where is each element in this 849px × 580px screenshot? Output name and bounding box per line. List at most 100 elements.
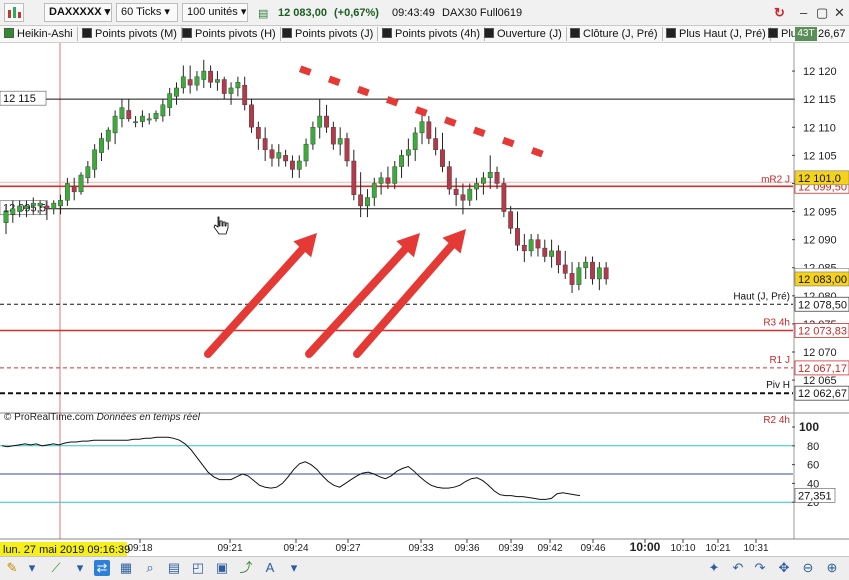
- candle-body: [501, 183, 507, 212]
- candle-body: [453, 188, 459, 195]
- candle-body: [78, 174, 84, 193]
- maximize-icon[interactable]: ▢: [816, 5, 828, 21]
- share-icon[interactable]: ⇄: [94, 560, 110, 576]
- candle-body: [405, 149, 411, 156]
- candle-body: [542, 247, 548, 257]
- tool-icon-d[interactable]: ⤴: [238, 560, 254, 576]
- contract-name: DAX30 Full0619: [442, 7, 523, 19]
- dropdown-icon[interactable]: ▾: [24, 560, 40, 576]
- candle-body: [71, 186, 77, 193]
- dropdown-icon[interactable]: ▾: [286, 560, 302, 576]
- zoom-in-icon[interactable]: ⊕: [824, 560, 840, 576]
- candle-body: [51, 202, 57, 209]
- level-name: R3 4h: [763, 317, 790, 328]
- candle-body: [283, 155, 289, 162]
- candle-body: [187, 79, 193, 86]
- candle-body: [549, 250, 555, 257]
- price-tag-label: 12 083,00: [798, 274, 847, 286]
- tool-icon-e[interactable]: A: [262, 560, 278, 576]
- tool-icon-a[interactable]: ▤: [166, 560, 182, 576]
- undo-icon[interactable]: ↶: [730, 560, 746, 576]
- candle-body: [515, 228, 520, 246]
- header-value: 26,67: [818, 28, 846, 40]
- time-tick-label: 09:39: [498, 543, 523, 554]
- menu-icon[interactable]: [4, 3, 24, 22]
- candle-body: [160, 104, 166, 117]
- indicator-tab-pivots-m[interactable]: Points pivots (M): [80, 27, 182, 41]
- candle-body: [24, 205, 29, 209]
- price-tag-label: 12 101,0: [798, 173, 841, 185]
- indicator-tab-pivots-h[interactable]: Points pivots (H): [180, 27, 281, 41]
- candle-body: [378, 177, 384, 184]
- candle-body: [481, 177, 486, 184]
- close-icon[interactable]: ✕: [834, 5, 845, 21]
- top-toolbar: DAXXXXX ▾ 60 Ticks ▾ 100 unités ▾ ▤ 12 0…: [0, 0, 849, 26]
- indicator-tab-cloture[interactable]: Clôture (J, Pré): [568, 27, 663, 41]
- level-axis-label: 12 073,83: [798, 325, 847, 337]
- tool-icon-c[interactable]: ▣: [214, 560, 230, 576]
- candle-body: [58, 200, 63, 207]
- candle-body: [426, 121, 432, 139]
- candle-body: [221, 79, 227, 94]
- candle-body: [208, 70, 213, 83]
- candle-body: [194, 76, 200, 86]
- time-tick-label: 10:10: [670, 543, 695, 554]
- candle-body: [508, 211, 514, 229]
- candle-body: [562, 264, 568, 274]
- candle-body: [392, 166, 398, 184]
- level-name: R1 J: [769, 355, 790, 366]
- pencil-icon[interactable]: ✎: [4, 560, 20, 576]
- minimize-icon[interactable]: –: [800, 5, 807, 20]
- candle-body: [576, 267, 582, 285]
- candle-body: [167, 93, 173, 108]
- indicator-tab-heikin[interactable]: Heikin-Ashi: [2, 27, 78, 41]
- last-price: 12 083,00: [278, 7, 327, 19]
- candle-body: [412, 132, 418, 150]
- move-icon[interactable]: ✥: [776, 560, 792, 576]
- candle-body: [385, 177, 391, 184]
- time-tick-label: 10:21: [705, 543, 730, 554]
- zoom-icon[interactable]: ⌕: [142, 560, 158, 576]
- candle-body: [371, 183, 377, 198]
- time-tick-label: 09:21: [217, 543, 242, 554]
- candle-body: [153, 113, 159, 120]
- instrument-select[interactable]: DAXXXXX ▾: [44, 3, 112, 22]
- candle-body: [249, 104, 254, 128]
- price-chart[interactable]: 12 115mR2 J12 095,5Haut (J, Pré)R3 4hR1 …: [0, 43, 849, 556]
- line-tool-icon[interactable]: ⟋: [48, 560, 64, 576]
- candle-body: [330, 127, 336, 145]
- zoom-out-icon[interactable]: ⊖: [800, 560, 816, 576]
- candle-body: [433, 138, 439, 150]
- indicator-tab-plus-haut[interactable]: Plus Haut (J, Pré): [664, 27, 771, 41]
- interval-select[interactable]: 60 Ticks ▾: [116, 3, 178, 22]
- candle-body: [467, 188, 473, 201]
- price-tick-label: 12 095: [803, 207, 837, 219]
- bottom-toolbar: ✎ ▾ ⟋ ▾ ⇄ ▦ ⌕ ▤ ◰ ▣ ⤴ A ▾ ✦ ↶ ↷ ✥ ⊖ ⊕: [0, 556, 849, 580]
- price-tick-label: 12 090: [803, 235, 837, 247]
- grid-icon[interactable]: ▦: [118, 560, 134, 576]
- candle-body: [474, 183, 479, 190]
- price-tick-label: 12 120: [803, 66, 837, 78]
- redo-icon[interactable]: ↷: [752, 560, 768, 576]
- tool-icon-f[interactable]: ✦: [706, 560, 722, 576]
- dropdown-icon[interactable]: ▾: [72, 560, 88, 576]
- indicator-tab-ouverture[interactable]: Ouverture (J): [482, 27, 567, 41]
- refresh-icon[interactable]: ↻: [774, 5, 785, 21]
- time-tick-label: 09:24: [283, 543, 308, 554]
- price-tick-label: 12 105: [803, 150, 837, 162]
- tool-icon-b[interactable]: ◰: [190, 560, 206, 576]
- indicator-tab-pivots-4h[interactable]: Points pivots (4h): [380, 27, 485, 41]
- time-tick-label: 09:27: [335, 543, 360, 554]
- candle-body: [583, 261, 589, 268]
- candle-body: [126, 110, 132, 120]
- price-tick-label: 12 065: [803, 375, 837, 387]
- candle-body: [85, 166, 91, 179]
- time-tick-label: 09:18: [127, 543, 152, 554]
- indicator-tab-pivots-j[interactable]: Points pivots (J): [280, 27, 379, 41]
- indicator-bar: Heikin-Ashi Points pivots (M) Points piv…: [0, 26, 849, 43]
- time-tick-label: 09:36: [454, 543, 479, 554]
- units-select[interactable]: 100 unités ▾: [182, 3, 248, 22]
- price-tick-label: 12 070: [803, 347, 837, 359]
- candle-body: [105, 129, 111, 142]
- candle-body: [521, 245, 527, 252]
